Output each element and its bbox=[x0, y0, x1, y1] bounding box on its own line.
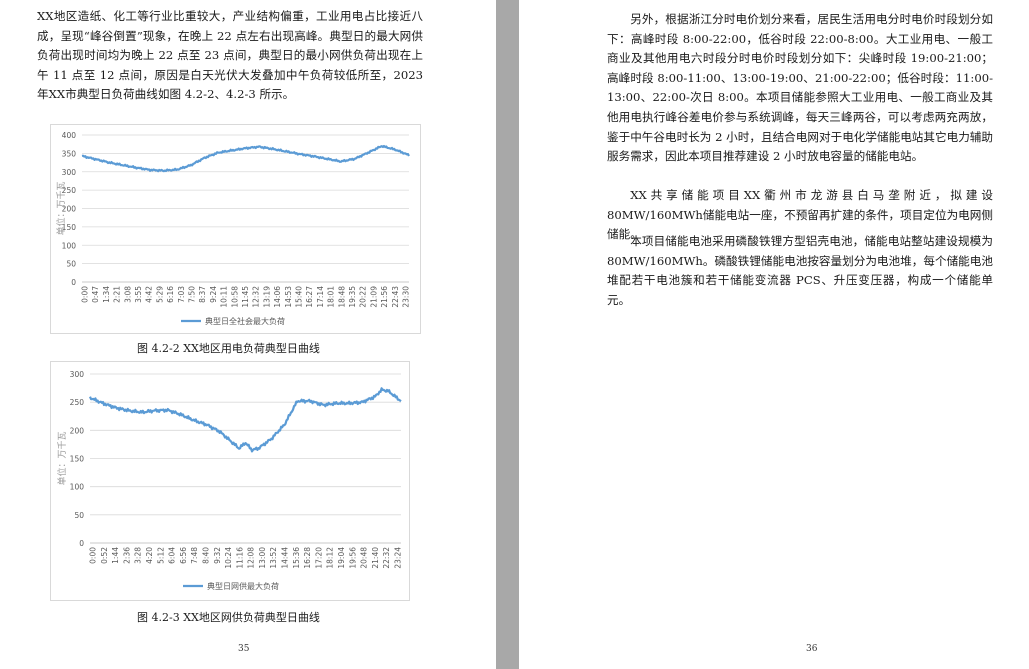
y-axis-label: 单位：万千瓦 bbox=[56, 431, 68, 485]
x-tick-label: 16:27 bbox=[305, 286, 314, 308]
x-tick-label: 3:55 bbox=[134, 286, 143, 303]
y-tick-label: 0 bbox=[79, 539, 84, 548]
x-tick-label: 6:04 bbox=[168, 547, 177, 564]
x-tick-label: 18:12 bbox=[326, 547, 335, 569]
x-tick-label: 20:48 bbox=[360, 547, 369, 569]
x-tick-label: 13:00 bbox=[258, 547, 267, 569]
x-tick-label: 1:44 bbox=[111, 547, 120, 564]
x-tick-label: 2:21 bbox=[113, 286, 122, 303]
x-tick-label: 8:37 bbox=[198, 286, 207, 303]
x-tick-label: 6:56 bbox=[179, 547, 188, 564]
x-tick-label: 22:32 bbox=[382, 547, 391, 569]
y-tick-label: 350 bbox=[62, 149, 77, 158]
x-tick-label: 23:30 bbox=[402, 286, 411, 308]
x-tick-label: 12:32 bbox=[252, 286, 261, 308]
x-tick-label: 15:40 bbox=[295, 286, 304, 308]
y-tick-label: 0 bbox=[71, 278, 76, 287]
y-tick-label: 100 bbox=[70, 483, 85, 492]
x-tick-label: 17:14 bbox=[316, 286, 325, 308]
y-tick-label: 50 bbox=[74, 511, 84, 520]
x-tick-label: 19:35 bbox=[348, 286, 357, 308]
y-tick-label: 300 bbox=[62, 168, 77, 177]
x-tick-label: 20:22 bbox=[359, 286, 368, 308]
x-tick-label: 3:08 bbox=[123, 286, 132, 303]
chart-total-load: 0 50 100 150 200 250 300 350 400 0:00 0:47 1:34 2:21… bbox=[50, 124, 421, 334]
x-tick-label: 10:11 bbox=[220, 286, 229, 308]
figure-caption-4-2-2: 图 4.2-2 XX地区用电负荷典型日曲线 bbox=[137, 342, 320, 355]
y-tick-label: 400 bbox=[62, 131, 77, 140]
x-tick-label: 0:00 bbox=[81, 286, 90, 303]
x-tick-label: 14:53 bbox=[284, 286, 293, 308]
x-tick-label: 10:58 bbox=[230, 286, 239, 308]
x-tick-label: 12:08 bbox=[247, 547, 256, 569]
chart-total-load-svg: 0501001502002503003504000:00 0:47 1:34 2:21… bbox=[55, 131, 411, 326]
legend-label: 典型日全社会最大负荷 bbox=[205, 316, 285, 326]
x-tick-label: 7:03 bbox=[177, 286, 186, 303]
x-tick-label: 14:06 bbox=[273, 286, 282, 308]
x-tick-label: 4:20 bbox=[145, 547, 154, 564]
legend-label: 典型日网供最大负荷 bbox=[207, 581, 279, 591]
y-axis-label: 单位：万千瓦 bbox=[55, 181, 67, 235]
x-tick-label: 6:16 bbox=[166, 286, 175, 303]
x-tick-label: 19:56 bbox=[348, 547, 357, 569]
x-tick-label: 0:47 bbox=[91, 286, 100, 303]
y-tick-label: 200 bbox=[70, 426, 85, 435]
page-number-left: 35 bbox=[238, 644, 250, 654]
x-tick-label: 3:28 bbox=[134, 547, 143, 564]
x-tick-label: 9:32 bbox=[213, 547, 222, 564]
x-tick-label: 4:42 bbox=[145, 286, 154, 303]
x-tick-label: 13:52 bbox=[269, 547, 278, 569]
y-tick-label: 250 bbox=[70, 398, 85, 407]
figure-caption-4-2-3: 图 4.2-3 XX地区网供负荷典型日曲线 bbox=[137, 611, 320, 624]
x-tick-label: 7:50 bbox=[188, 286, 197, 303]
x-tick-label: 16:28 bbox=[303, 547, 312, 569]
chart-grid-supply-load: 0 50 100 150 200 250 300 0:00 0:52 1:44 2:36 3:28 4:… bbox=[50, 361, 410, 601]
x-tick-label: 5:29 bbox=[155, 286, 164, 303]
x-tick-label: 5:12 bbox=[156, 547, 165, 564]
y-tick-label: 300 bbox=[70, 370, 85, 379]
x-tick-label: 11:16 bbox=[235, 547, 244, 569]
x-tick-label: 13:19 bbox=[262, 286, 271, 308]
x-tick-label: 11:45 bbox=[241, 286, 250, 308]
right-page-paragraph-1: 另外，根据浙江分时电价划分来看，居民生活用电分时电价时段划分如下：高峰时段 8:… bbox=[607, 12, 993, 164]
x-tick-label: 22:43 bbox=[391, 286, 400, 308]
x-tick-label: 21:09 bbox=[369, 286, 378, 308]
x-tick-label: 18:48 bbox=[337, 286, 346, 308]
x-tick-label: 14:44 bbox=[281, 547, 290, 569]
left-page-paragraph: XX地区造纸、化工等行业比重较大，产业结构偏重，工业用电占比接近八成，呈现“峰谷… bbox=[37, 9, 423, 102]
x-tick-label: 23:24 bbox=[394, 547, 403, 569]
series-line bbox=[88, 387, 402, 453]
x-tick-label: 19:04 bbox=[337, 547, 346, 569]
x-tick-label: 10:24 bbox=[224, 547, 233, 569]
right-page-paragraph-3: 本项目储能电池采用磷酸铁锂方型铝壳电池，储能电站整站建设规模为80MW/160M… bbox=[607, 234, 993, 307]
y-tick-label: 100 bbox=[62, 241, 77, 250]
x-tick-label: 2:36 bbox=[122, 547, 131, 564]
x-tick-label: 9:24 bbox=[209, 286, 218, 303]
x-tick-label: 15:36 bbox=[292, 547, 301, 569]
x-tick-label: 21:56 bbox=[380, 286, 389, 308]
x-tick-label: 0:00 bbox=[89, 547, 98, 564]
x-tick-label: 8:40 bbox=[201, 547, 210, 564]
page-number-right: 36 bbox=[806, 644, 818, 654]
chart-grid-supply-load-svg: 0 50 100 150 200 250 300 0:00 0:52 1:44 2:36 3:28 4:… bbox=[56, 370, 403, 591]
x-tick-label: 7:48 bbox=[190, 547, 199, 564]
series-line bbox=[81, 144, 410, 173]
x-tick-label: 18:01 bbox=[327, 286, 336, 308]
y-tick-label: 150 bbox=[70, 455, 85, 464]
x-tick-label: 0:52 bbox=[100, 547, 109, 564]
x-tick-label: 21:40 bbox=[371, 547, 380, 569]
x-tick-label: 1:34 bbox=[102, 286, 111, 303]
y-tick-label: 50 bbox=[66, 260, 76, 269]
x-tick-label: 17:20 bbox=[314, 547, 323, 569]
